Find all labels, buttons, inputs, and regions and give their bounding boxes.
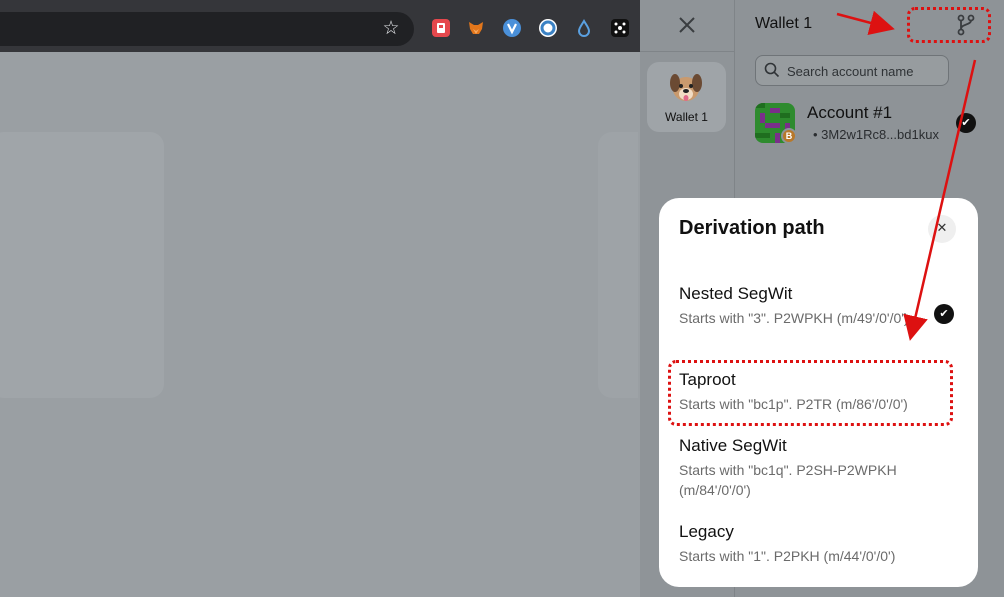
option-legacy[interactable]: Legacy Starts with "1". P2PKH (m/44'/0'/… (659, 522, 978, 566)
page-card (0, 132, 164, 398)
check-icon: ✔ (934, 304, 954, 324)
option-nested-segwit[interactable]: Nested SegWit Starts with "3". P2WPKH (m… (659, 284, 978, 348)
option-description: Starts with "1". P2PKH (m/44'/0'/0') (679, 548, 896, 564)
option-native-segwit[interactable]: Native SegWit Starts with "bc1q". P2SH-P… (659, 436, 978, 500)
close-icon[interactable] (672, 10, 702, 40)
option-description: Starts with "3". P2WPKH (m/49'/0'/0') (679, 310, 909, 326)
close-icon[interactable]: ✕ (928, 215, 956, 243)
option-name: Legacy (679, 522, 734, 541)
option-description: Starts with "bc1q". P2SH-P2WPKH (m/84'/0… (679, 462, 897, 498)
annotation-highlight-branch (907, 7, 991, 43)
extension-drop-icon[interactable] (575, 19, 593, 37)
dog-avatar-icon (667, 68, 705, 106)
wallet-title: Wallet 1 (755, 15, 813, 32)
account-row[interactable]: B Account #1 • 3M2w1Rc8...bd1kux ✔ (755, 100, 980, 148)
extension-dark-icon[interactable] (611, 19, 629, 37)
metamask-fox-icon[interactable] (467, 19, 485, 37)
modal-title: Derivation path (679, 217, 825, 239)
extension-blue-v-icon[interactable] (503, 19, 521, 37)
extension-ring-icon[interactable] (539, 19, 557, 37)
annotation-highlight-taproot (668, 360, 953, 426)
star-icon[interactable]: ☆ (380, 17, 402, 39)
wallet-tile[interactable]: Wallet 1 (647, 62, 726, 132)
address-bar[interactable] (0, 12, 414, 46)
account-address: • 3M2w1Rc8...bd1kux (813, 127, 939, 142)
search-icon (764, 62, 780, 78)
option-name: Nested SegWit (679, 284, 793, 303)
extension-red-icon[interactable] (432, 19, 450, 37)
page-card (598, 132, 638, 398)
search-input[interactable] (787, 62, 947, 80)
check-icon: ✔ (956, 113, 976, 133)
wallet-tile-label: Wallet 1 (665, 110, 708, 124)
bitcoin-icon: B (781, 128, 797, 144)
account-name: Account #1 (807, 103, 893, 122)
option-name: Native SegWit (679, 436, 787, 455)
